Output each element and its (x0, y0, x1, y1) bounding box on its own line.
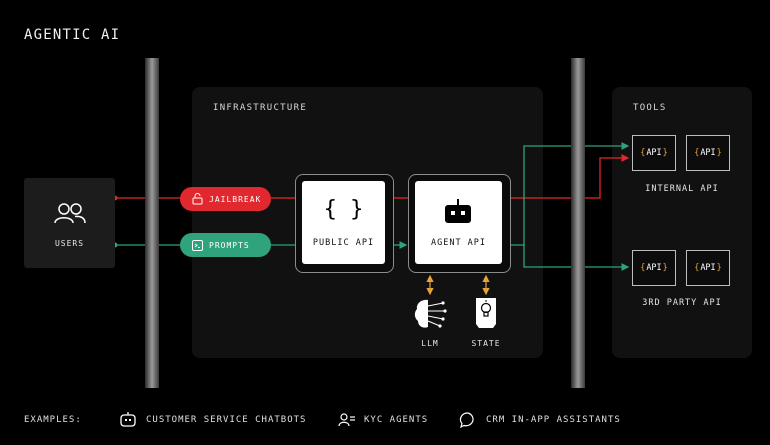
robot-icon (445, 199, 471, 223)
prompts-line-internal (509, 142, 630, 246)
agent-api-card: AGENT API (415, 181, 502, 264)
document-lightbulb-icon (476, 298, 496, 328)
chatbot-icon (120, 412, 136, 427)
state-label: STATE (471, 339, 501, 348)
example-kyc: KYC AGENTS (364, 415, 429, 425)
internal-api-box-1: {API} (632, 135, 676, 171)
third-party-api-box-2: {API} (686, 250, 730, 286)
jailbreak-line-out (509, 154, 630, 199)
example-chatbots: CUSTOMER SERVICE CHATBOTS (146, 415, 307, 425)
users-label: USERS (54, 239, 85, 248)
jailbreak-pill: JAILBREAK (180, 187, 271, 211)
firewall-right (571, 58, 585, 388)
jailbreak-label: JAILBREAK (209, 194, 262, 204)
chat-bubble-icon (459, 412, 474, 429)
third-party-api-label: 3RD PARTY API (642, 298, 722, 308)
examples-label: EXAMPLES: (24, 415, 82, 425)
brain-icon (414, 299, 447, 328)
example-crm: CRM IN-APP ASSISTANTS (486, 415, 621, 425)
prompt-icon (192, 239, 203, 251)
public-api-glyph: { } (323, 197, 364, 222)
third-party-api-box-1: {API} (632, 250, 676, 286)
users-icon (54, 203, 86, 224)
agent-api-label: AGENT API (430, 238, 487, 248)
public-api-label: PUBLIC API (312, 238, 375, 248)
jailbreak-icon (192, 193, 203, 205)
prompts-label: PROMPTS (209, 240, 250, 250)
prompts-pill: PROMPTS (180, 233, 271, 257)
public-api-card: { } PUBLIC API (302, 181, 385, 264)
internal-api-label: INTERNAL API (645, 184, 719, 194)
internal-api-box-2: {API} (686, 135, 730, 171)
user-list-icon (338, 413, 355, 427)
llm-label: LLM (421, 339, 439, 348)
firewall-left (145, 58, 159, 388)
